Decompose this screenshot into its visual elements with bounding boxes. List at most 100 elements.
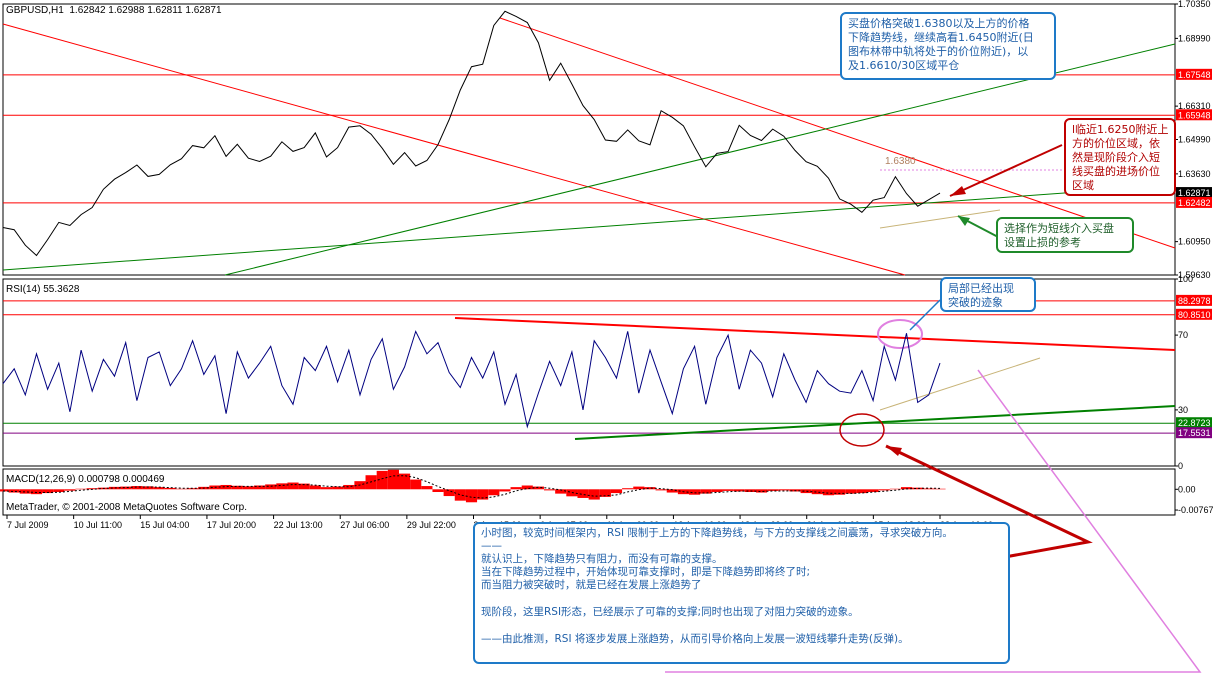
annotation-line: 买盘价格突破1.6380以及上方的价格 [848,17,1030,30]
macd-bar [108,486,121,490]
annotation-line: 就认识上，下降趋势只有阻力，而没有可靠的支撑。 [481,553,723,565]
price-tick-label: 1.63630 [1178,169,1211,179]
macd-bar [711,489,723,492]
macd-title: MACD(12,26,9) 0.000798 0.000469 [6,474,165,485]
macd-bar [30,489,43,495]
macd-bar [889,488,901,490]
copyright-text: MetaTrader, © 2001-2008 MetaQuotes Softw… [6,502,248,513]
macd-bar [175,488,188,490]
rsi-tick-label: 30 [1178,405,1188,415]
macd-bar [767,489,779,491]
macd-bar [700,489,712,494]
macd-bar [610,489,623,494]
macd-bar [577,489,589,498]
macd-bar [454,489,466,501]
macd-bar [811,489,823,495]
annotation-line: 然是现阶段介入短 [1072,151,1160,164]
price-tag-label: 1.62871 [1178,188,1211,198]
macd-bar [499,489,511,492]
rsi-tick-label: 70 [1178,330,1188,340]
macd-bar [410,479,422,490]
macd-bar [622,488,634,490]
macd-bar [53,489,65,492]
macd-bar [432,489,444,492]
macd-bar [276,483,288,490]
annotation-line: 当在下降趋势过程中，开始体现可靠支撑时，即是下降趋势即将终了时; [481,566,811,578]
macd-axis: 0.00 -0.00767 [1175,484,1213,515]
rsi-level-tag-label: 80.8510 [1178,310,1211,320]
macd-bar [265,484,277,490]
chart-header: GBPUSD,H1 1.62842 1.62988 1.62811 1.6287… [6,5,222,16]
macd-bar [755,489,768,493]
macd-bar [320,487,333,490]
macd-bar [521,485,533,490]
price-tag-label: 1.67548 [1178,70,1211,80]
macd-bar [343,484,355,490]
annotation-line: 设置止损的参考 [1004,236,1081,249]
macd-bar [131,486,143,490]
macd-tick-label: -0.00767 [1178,505,1213,515]
annotation-top-blue: 买盘价格突破1.6380以及上方的价格 下降趋势线，继续高看1.6450附近(日… [840,12,1056,80]
annotation-line: 现阶段，这里RSI形态，已经展示了可靠的支撑;同时也出现了对阻力突破的迹象。 [481,606,859,618]
time-tick-label: 29 Jul 22:00 [407,520,456,530]
annotation-line: 局部已经出现 [948,282,1014,295]
rsi-tick-label: 0 [1178,461,1183,471]
time-tick-label: 27 Jul 06:00 [340,520,389,530]
price-axis: 1.703501.689901.663101.649901.636301.609… [1175,0,1211,280]
annotation-line: l临近1.6250附近上 [1072,123,1169,136]
rsi-level-tags: 88.2978 80.8510 22.872317.5531 [1176,294,1212,439]
annotation-line [481,592,1002,606]
annotation-line: 下降趋势线，继续高看1.6450附近(日 [848,31,1034,44]
macd-bar [934,488,946,490]
time-tick-label: 15 Jul 04:00 [140,520,189,530]
macd-bar [912,487,924,490]
macd-bar [120,486,132,490]
time-tick-label: 7 Jul 2009 [7,520,49,530]
annotation-line: ——由此推测，RSI 将逐步发展上涨趋势，从而引导价格向上发展一波短线攀升走势(… [481,633,909,645]
macd-bar [923,488,935,490]
annotation-line: 方的价位区域，依 [1072,137,1160,150]
macd-bar [644,487,656,490]
macd-bar [443,489,455,497]
annotation-line [481,619,1002,633]
annotation-line: 小时图，较宽时间框架内，RSI 限制于上方的下降趋势线，与下方的支撑线之间震荡，… [481,527,953,539]
macd-bar [655,489,667,491]
macd-bar [332,486,344,490]
annotation-line: 及1.6610/30区域平仓 [848,59,960,72]
rsi-level-tag-label: 22.8723 [1178,418,1211,428]
macd-bar [488,489,500,496]
macd-bar [309,485,321,490]
macd-bar [421,486,433,490]
price-tick-label: 1.60950 [1178,237,1211,247]
annotation-rsi-blue: 局部已经出现 突破的迹象 [940,277,1036,312]
macd-bar [398,473,411,490]
price-tick-label: 1.70350 [1178,0,1211,9]
macd-bar [287,482,299,490]
annotation-bottom-blue: 小时图，较宽时间框架内，RSI 限制于上方的下降趋势线，与下方的支撑线之间震荡，… [473,522,1010,664]
ohlc-label: 1.62842 1.62988 1.62811 1.62871 [69,5,222,16]
macd-bar [231,485,243,490]
annotation-line: 线买盘的进场价位 [1072,165,1160,178]
price-tick-label: 1.64990 [1178,135,1211,145]
annotation-line: 区域 [1072,179,1094,192]
fib-label: 1.6380 [885,156,916,167]
annotation-line: —— [481,540,502,552]
macd-tick-label: 0.00 [1178,484,1196,494]
macd-bar [544,489,556,491]
rsi-tick-label: 100 [1178,274,1193,284]
annotation-line: 选择作为短线介入买盘 [1004,222,1114,235]
annotation-red-box: l临近1.6250附近上 方的价位区域，依 然是现阶段介入短 线买盘的进场价位 … [1064,118,1176,196]
macd-bar [867,489,879,492]
rsi-level-tag-label: 88.2978 [1178,296,1211,306]
macd-bar [19,489,31,494]
macd-bar [856,489,868,494]
macd-bar [800,489,812,494]
macd-bar [8,489,20,493]
rsi-title: RSI(14) 55.3628 [6,284,80,295]
macd-bar [64,489,76,491]
price-tag-label: 1.65948 [1178,110,1211,120]
macd-bar [220,484,232,490]
macd-bar [633,486,645,490]
macd-bar [387,469,399,490]
macd-bar [164,487,176,490]
